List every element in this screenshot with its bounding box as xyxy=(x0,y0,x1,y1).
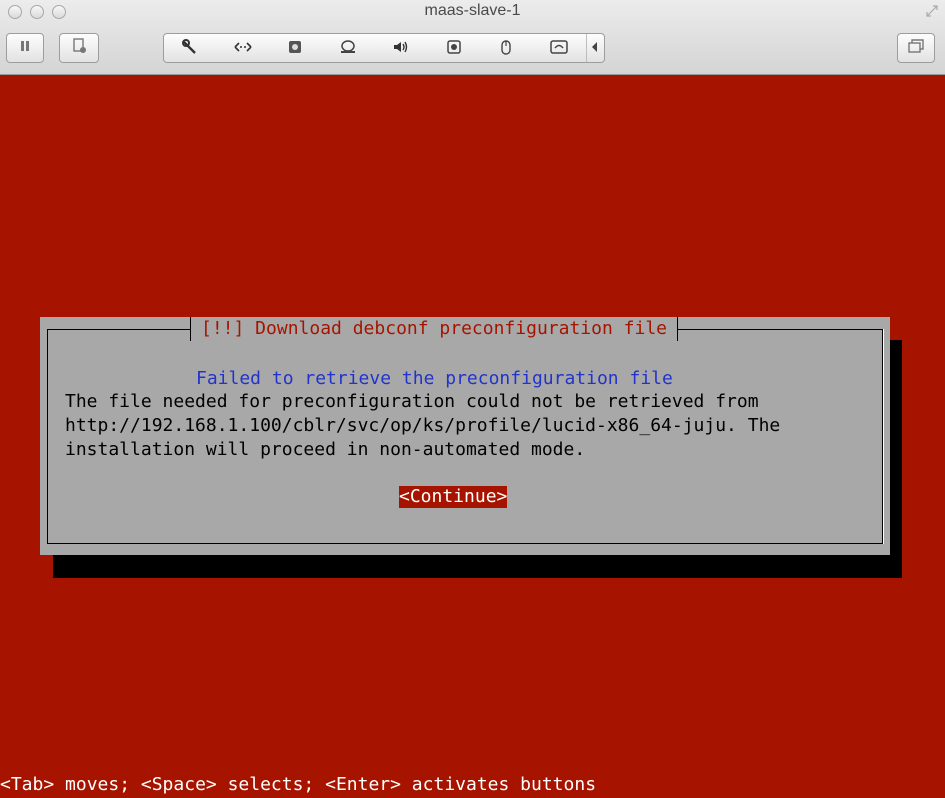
snapshot-button[interactable] xyxy=(59,33,99,63)
network-button[interactable] xyxy=(217,34,270,62)
status-help-text: <Tab> moves; <Space> selects; <Enter> ac… xyxy=(0,774,597,795)
shared-folder-button[interactable] xyxy=(533,34,586,62)
window-title: maas-slave-1 xyxy=(424,2,521,19)
snapshot-icon xyxy=(70,37,88,60)
network-icon xyxy=(233,40,253,57)
chevron-left-icon xyxy=(591,41,599,56)
shared-folder-icon xyxy=(549,39,569,58)
fullscreen-icon xyxy=(907,38,925,59)
dialog-title: [!!] Download debconf preconfiguration f… xyxy=(190,317,678,341)
wrench-icon xyxy=(181,38,199,59)
cd-button[interactable] xyxy=(322,34,375,62)
dialog-heading: Failed to retrieve the preconfiguration … xyxy=(196,368,673,389)
camera-icon xyxy=(446,39,462,58)
device-toolbar xyxy=(163,33,605,63)
dialog-text-line: The file needed for preconfiguration cou… xyxy=(65,391,759,412)
dialog-text-line: installation will proceed in non-automat… xyxy=(65,439,586,460)
continue-button[interactable]: <Continue> xyxy=(399,486,508,508)
settings-button[interactable] xyxy=(164,34,217,62)
hard-disk-button[interactable] xyxy=(270,34,323,62)
mouse-icon xyxy=(500,38,512,59)
window-titlebar: maas-slave-1 xyxy=(0,0,945,75)
dialog-text-line: http://192.168.1.100/cblr/svc/op/ks/prof… xyxy=(65,415,781,436)
speaker-icon xyxy=(392,39,410,58)
sound-button[interactable] xyxy=(375,34,428,62)
fullscreen-button[interactable] xyxy=(897,33,935,63)
pause-icon xyxy=(18,39,32,58)
camera-button[interactable] xyxy=(428,34,481,62)
pause-button[interactable] xyxy=(6,33,44,63)
usb-button[interactable] xyxy=(481,34,534,62)
hard-disk-icon xyxy=(287,39,303,58)
dialog-frame-highlight xyxy=(883,329,884,544)
more-button[interactable] xyxy=(586,34,604,62)
installer-dialog: [!!] Download debconf preconfiguration f… xyxy=(40,317,890,555)
cd-eject-icon xyxy=(339,39,357,58)
resize-icon[interactable] xyxy=(925,4,939,18)
